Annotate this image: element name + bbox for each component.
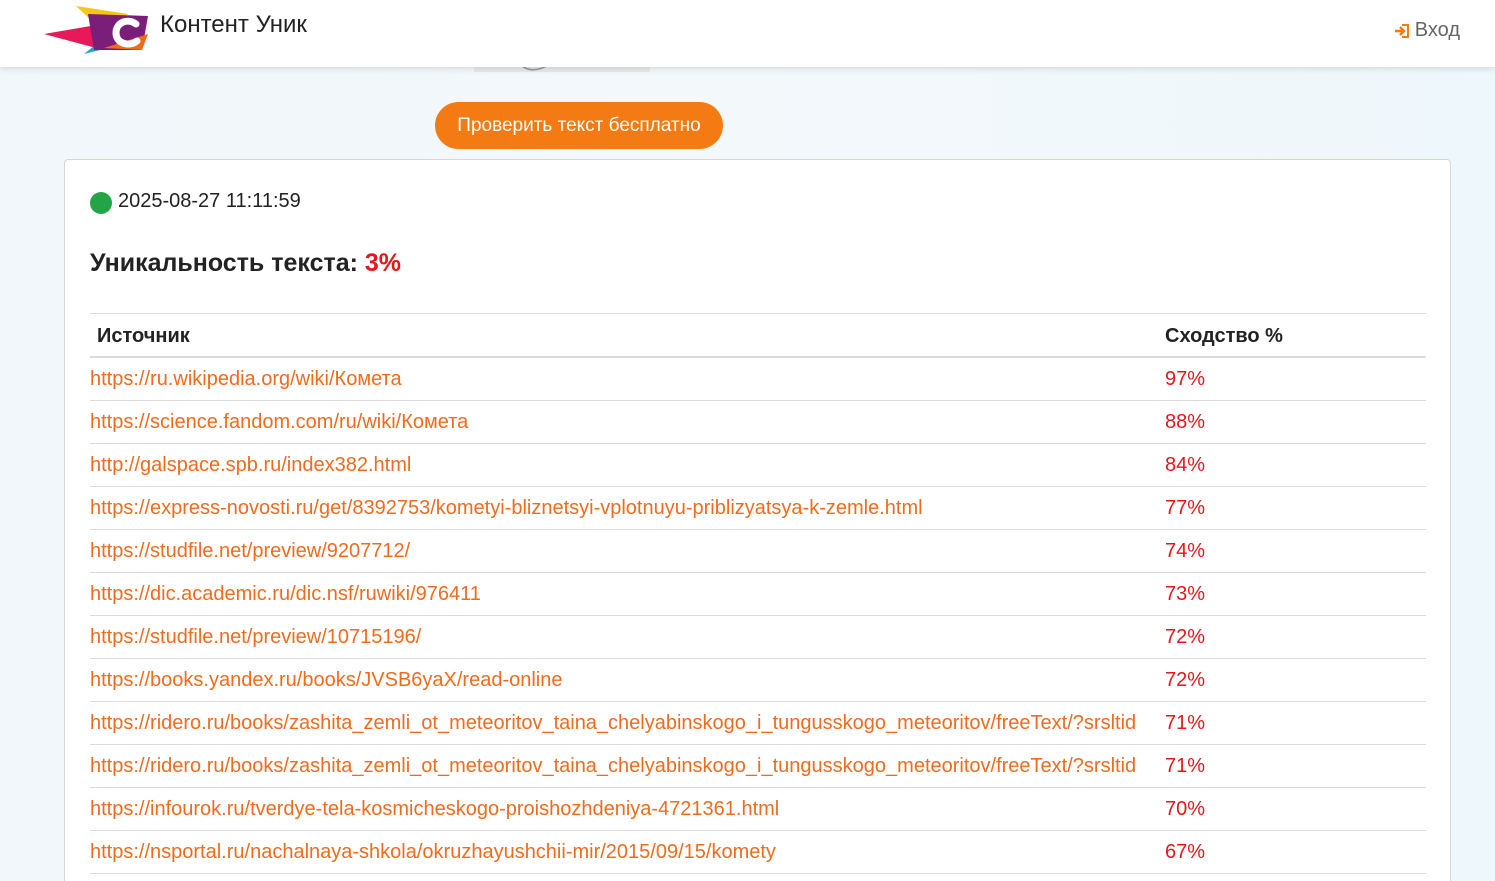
uniqueness-label: Уникальность текста: xyxy=(90,249,358,277)
similarity-value: 67% xyxy=(1165,841,1206,863)
table-row: https://ridero.ru/books/zashita_zemli_ot… xyxy=(90,745,1426,788)
similarity-value: 71% xyxy=(1165,755,1206,777)
source-link[interactable]: https://dic.academic.ru/dic.nsf/ruwiki/9… xyxy=(90,583,1160,606)
check-timestamp: 2025-08-27 11:11:59 xyxy=(90,189,301,214)
source-link[interactable]: https://ridero.ru/books/zashita_zemli_ot… xyxy=(90,712,1160,735)
similarity-value: 70% xyxy=(1165,798,1206,820)
similarity-value: 97% xyxy=(1165,368,1206,390)
uniqueness-heading: Уникальность текста: 3% xyxy=(90,249,401,278)
table-row: https://studfile.net/preview/10715196/ 7… xyxy=(90,616,1426,659)
table-row: https://express-novosti.ru/get/8392753/k… xyxy=(90,487,1426,530)
table-row: https://ridero.ru/books/zashita_zemli_ot… xyxy=(90,702,1426,745)
similarity-value: 77% xyxy=(1165,497,1206,519)
source-link[interactable]: https://ru.wikipedia.org/wiki/Комета xyxy=(90,368,1160,391)
source-link[interactable]: https://studfile.net/preview/10715196/ xyxy=(90,626,1160,649)
similarity-value: 72% xyxy=(1165,669,1206,691)
table-row: http://galspace.spb.ru/index382.html 84% xyxy=(90,444,1426,487)
source-link[interactable]: https://infourok.ru/tverdye-tela-kosmich… xyxy=(90,798,1160,821)
source-link[interactable]: https://express-novosti.ru/get/8392753/k… xyxy=(90,497,1160,520)
table-row: https://science.fandom.com/ru/wiki/Комет… xyxy=(90,401,1426,444)
similarity-value: 71% xyxy=(1165,712,1206,734)
table-row: https://books.yandex.ru/books/JVSB6yaX/r… xyxy=(90,659,1426,702)
similarity-value: 73% xyxy=(1165,583,1206,605)
result-panel: 2025-08-27 11:11:59 Уникальность текста:… xyxy=(64,159,1451,881)
source-link[interactable]: https://ridero.ru/books/zashita_zemli_ot… xyxy=(90,755,1160,778)
source-link[interactable]: https://books.yandex.ru/books/JVSB6yaX/r… xyxy=(90,669,1160,692)
check-text-button[interactable]: Проверить текст бесплатно xyxy=(435,102,723,149)
column-similarity-header: Сходство % xyxy=(1165,325,1283,347)
source-link[interactable]: http://galspace.spb.ru/index382.html xyxy=(90,454,1160,477)
source-link[interactable]: https://science.fandom.com/ru/wiki/Комет… xyxy=(90,411,1160,434)
login-label: Вход xyxy=(1414,19,1460,41)
timestamp-text: 2025-08-27 11:11:59 xyxy=(118,190,301,212)
column-source-header: Источник xyxy=(97,325,190,347)
source-link[interactable]: https://nsportal.ru/nachalnaya-shkola/ok… xyxy=(90,841,1160,864)
uniqueness-value: 3% xyxy=(364,249,402,277)
similarity-value: 74% xyxy=(1165,540,1206,562)
top-navbar: Контент Уник Вход xyxy=(0,0,1495,67)
sources-table: Источник Сходство % https://ru.wikipedia… xyxy=(90,313,1426,874)
table-row: https://infourok.ru/tverdye-tela-kosmich… xyxy=(90,788,1426,831)
status-indicator-icon xyxy=(90,192,112,214)
table-row: https://nsportal.ru/nachalnaya-shkola/ok… xyxy=(90,831,1426,874)
source-link[interactable]: https://studfile.net/preview/9207712/ xyxy=(90,540,1160,563)
sign-in-icon xyxy=(1394,23,1409,38)
login-link[interactable]: Вход xyxy=(1393,19,1460,42)
table-row: https://dic.academic.ru/dic.nsf/ruwiki/9… xyxy=(90,573,1426,616)
table-row: https://ru.wikipedia.org/wiki/Комета 97% xyxy=(90,358,1426,401)
site-logo[interactable] xyxy=(44,4,152,56)
similarity-value: 72% xyxy=(1165,626,1206,648)
similarity-value: 84% xyxy=(1165,454,1206,476)
brand-name[interactable]: Контент Уник xyxy=(160,11,307,39)
table-row: https://studfile.net/preview/9207712/ 74… xyxy=(90,530,1426,573)
table-header: Источник Сходство % xyxy=(90,313,1426,358)
similarity-value: 88% xyxy=(1165,411,1206,433)
